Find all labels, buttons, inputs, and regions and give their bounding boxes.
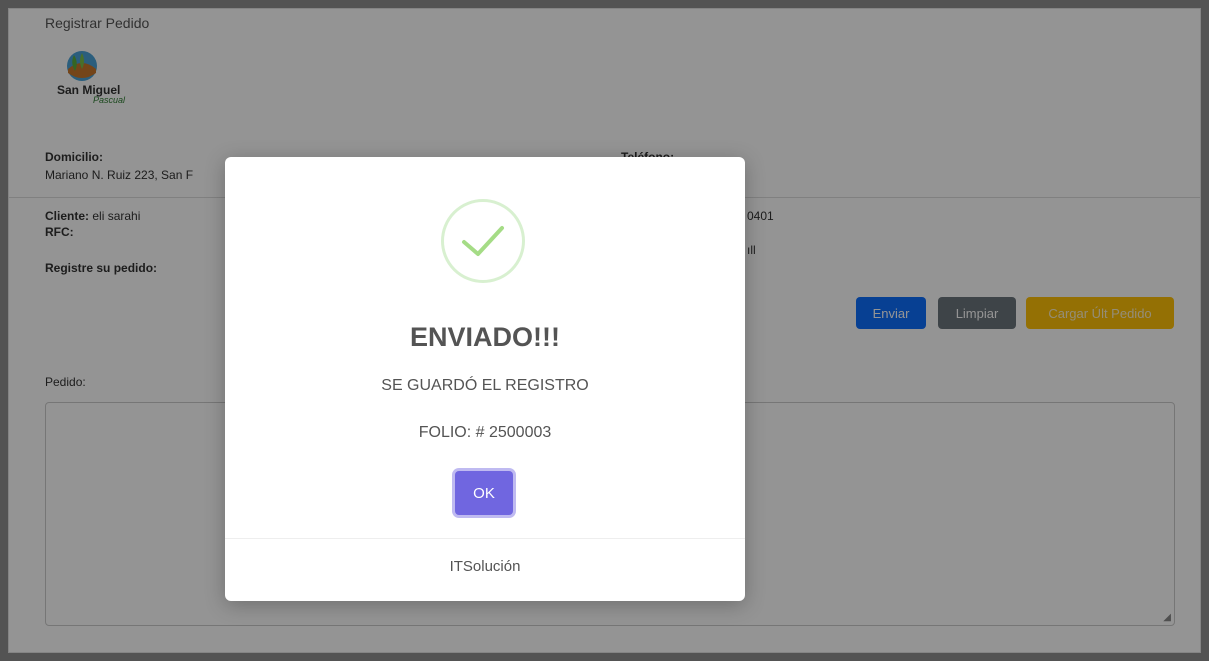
dialog-title: ENVIADO!!! [410, 322, 560, 352]
dialog-footer: ITSolución [449, 558, 521, 575]
success-dialog: ENVIADO!!! SE GUARDÓ EL REGISTRO FOLIO: … [225, 157, 745, 601]
ok-button[interactable]: OK [455, 471, 513, 515]
success-check-icon [441, 199, 525, 283]
dialog-footer-divider [225, 538, 745, 539]
dialog-folio: FOLIO: # 2500003 [418, 424, 552, 441]
dialog-message: SE GUARDÓ EL REGISTRO [381, 377, 589, 394]
